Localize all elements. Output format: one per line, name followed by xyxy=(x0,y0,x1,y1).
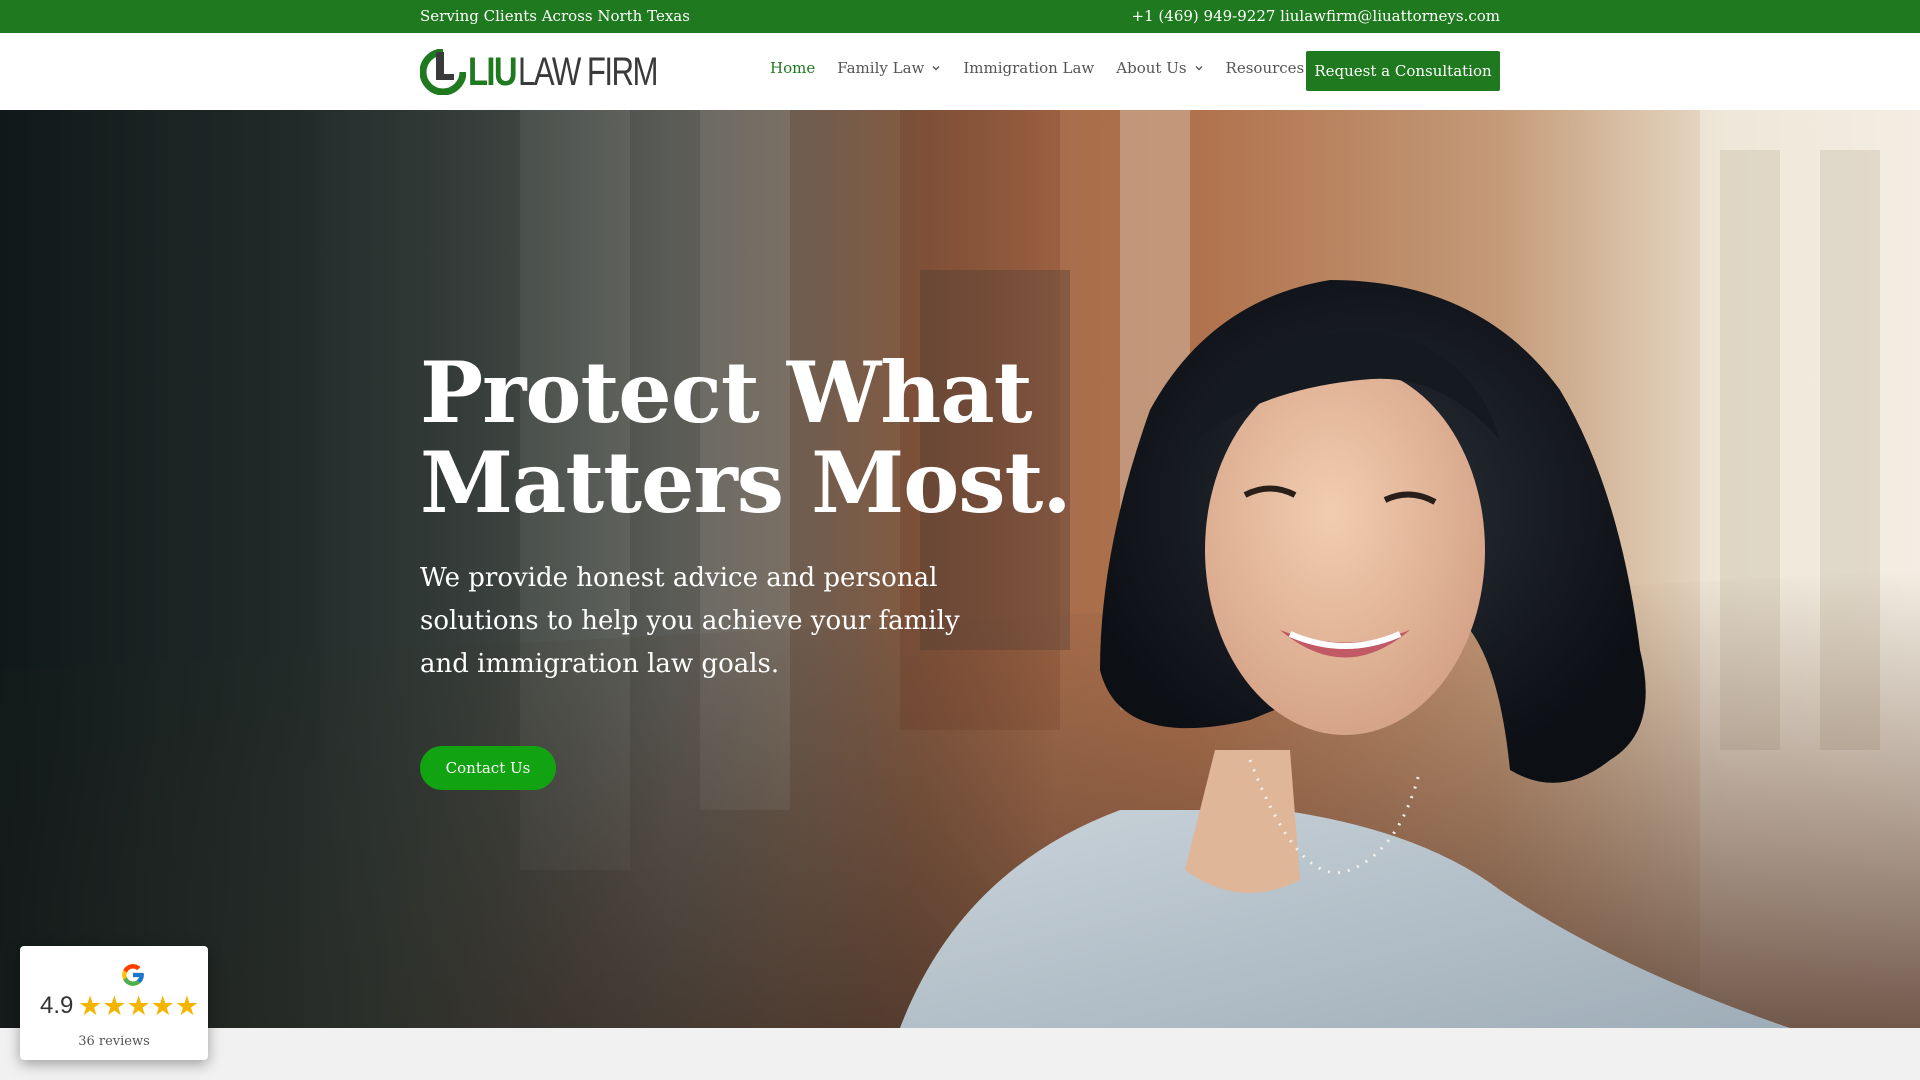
site-logo[interactable]: LIU LAW FIRM xyxy=(420,49,697,95)
nav-item-label: About Us xyxy=(1116,59,1187,77)
site-header: LIU LAW FIRM Home Family Law Immigration… xyxy=(0,33,1920,110)
google-reviews-badge[interactable]: 4.9 ★ ★ ★ ★ ★ 36 reviews xyxy=(20,946,208,1060)
hero-section: Protect What Matters Most. We provide ho… xyxy=(0,110,1920,1028)
logo-liu-text: LIU xyxy=(468,49,518,94)
star-icon: ★ xyxy=(78,991,103,1022)
nav-item-label: Family Law xyxy=(837,59,925,77)
nav-item-family-law[interactable]: Family Law xyxy=(837,59,941,77)
service-area-tagline: Serving Clients Across North Texas xyxy=(420,7,690,25)
hero-headline-line1: Protect What xyxy=(420,343,1033,442)
nav-item-label: Home xyxy=(770,59,816,77)
nav-item-label: Resources xyxy=(1225,59,1305,77)
star-icon: ★ xyxy=(174,991,200,1022)
contact-info[interactable]: +1 (469) 949-9227 liulawfirm@liuattorney… xyxy=(1132,7,1500,25)
logo-mark-icon xyxy=(420,49,466,95)
star-rating: ★ ★ ★ ★ ★ xyxy=(78,992,199,1022)
hero-headline: Protect What Matters Most. xyxy=(420,348,1072,528)
main-nav: Home Family Law Immigration Law About Us… xyxy=(770,59,1343,77)
star-icon: ★ xyxy=(126,991,151,1022)
nav-item-immigration-law[interactable]: Immigration Law xyxy=(963,59,1094,77)
top-bar: Serving Clients Across North Texas +1 (4… xyxy=(0,0,1920,33)
star-icon: ★ xyxy=(150,991,175,1022)
hero-subtitle: We provide honest advice and personal so… xyxy=(420,563,960,679)
review-count: 36 reviews xyxy=(78,1034,150,1049)
google-logo-icon xyxy=(122,964,144,986)
google-rating-value: 4.9 xyxy=(40,992,74,1019)
nav-item-home[interactable]: Home xyxy=(770,59,815,77)
nav-item-label: Immigration Law xyxy=(963,59,1095,77)
request-consultation-button[interactable]: Request a Consultation xyxy=(1306,51,1500,91)
chevron-down-icon xyxy=(932,66,940,71)
contact-us-button[interactable]: Contact Us xyxy=(420,746,556,790)
star-icon: ★ xyxy=(102,991,127,1022)
chevron-down-icon xyxy=(1195,66,1203,71)
hero-headline-line2: Matters Most. xyxy=(420,433,1072,532)
logo-lawfirm-text: LAW FIRM xyxy=(518,49,658,94)
nav-item-about-us[interactable]: About Us xyxy=(1116,59,1203,77)
